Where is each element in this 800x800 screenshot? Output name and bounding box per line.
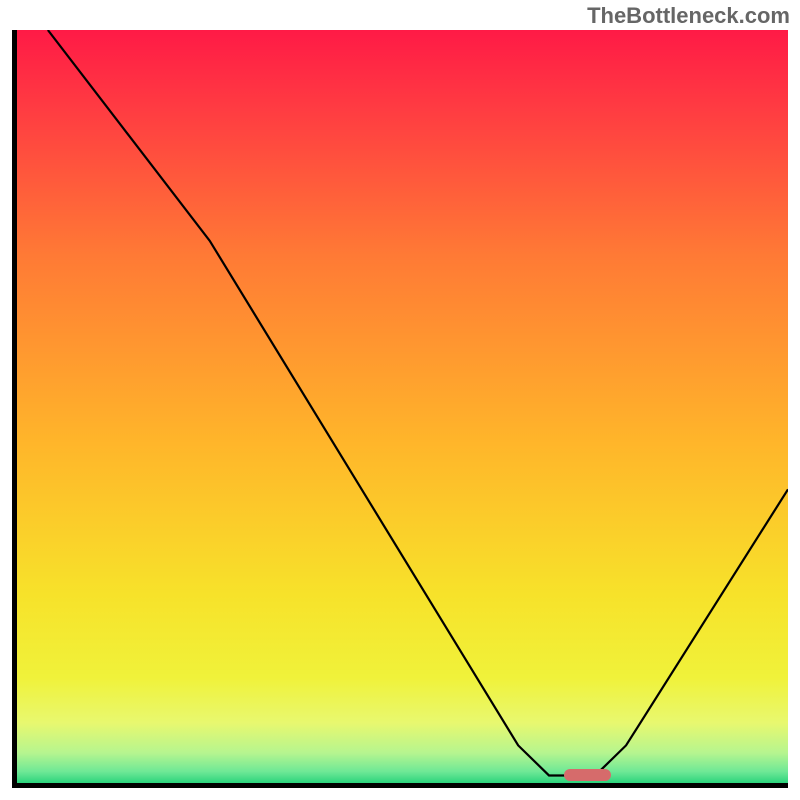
watermark-text: TheBottleneck.com [587,3,790,29]
chart-container: TheBottleneck.com [0,0,800,800]
plot-area [12,30,788,788]
bottleneck-curve [17,30,788,783]
minimum-marker [564,769,610,781]
